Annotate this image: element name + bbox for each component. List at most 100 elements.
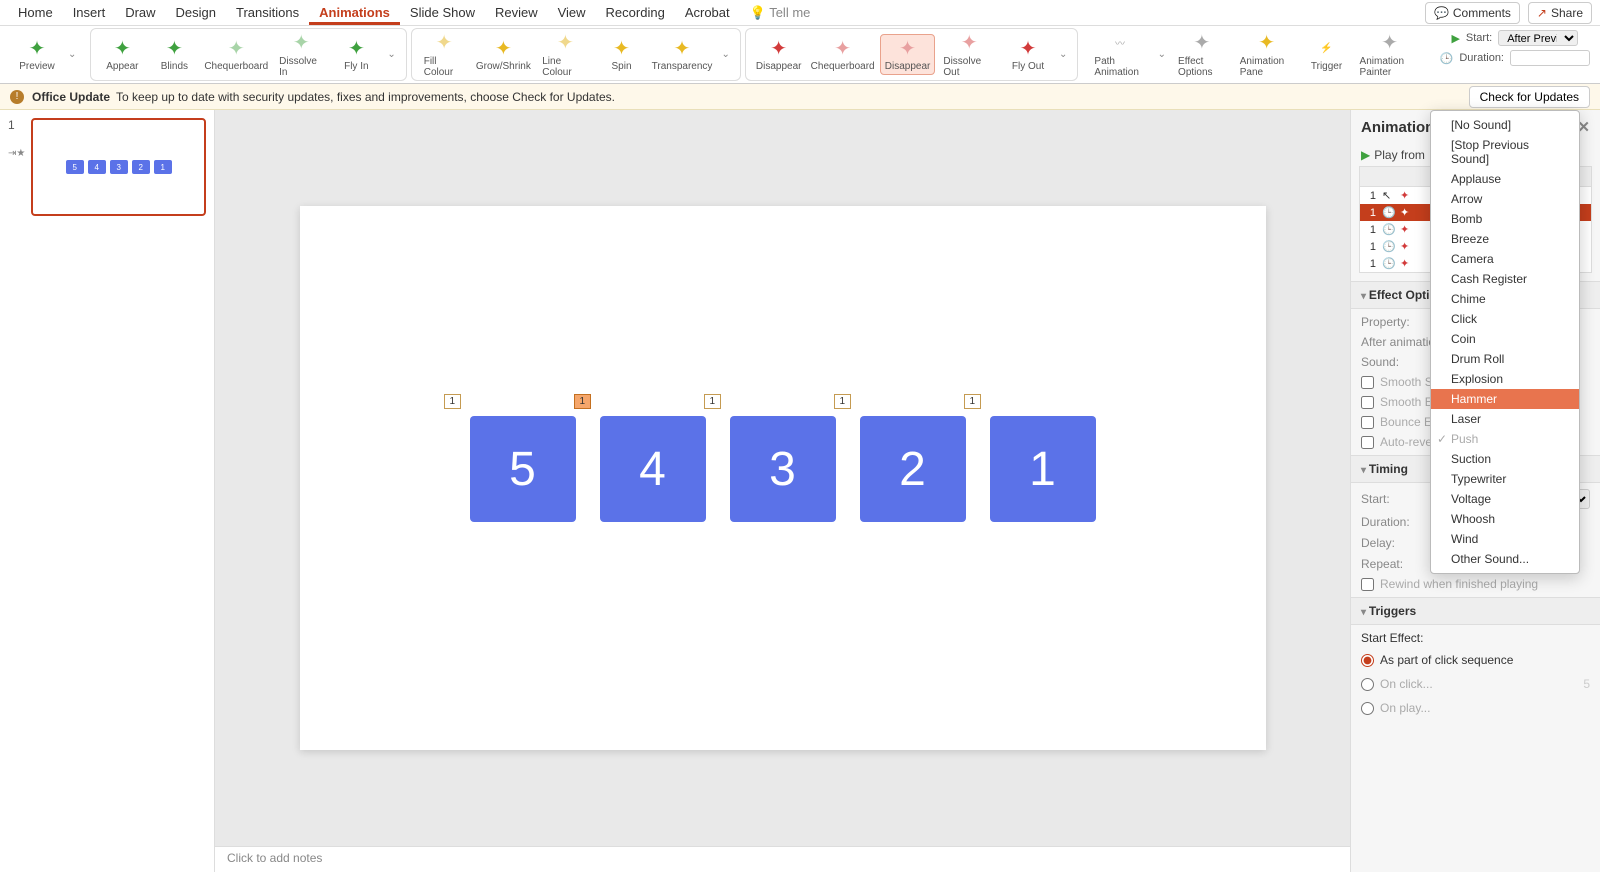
sound-menu-item[interactable]: Bomb — [1431, 209, 1579, 229]
smooth-start-check[interactable] — [1361, 376, 1374, 389]
anim-dissolve-in[interactable]: ✦Dissolve In — [273, 30, 329, 80]
slide[interactable]: 1514131211 — [300, 206, 1266, 750]
smooth-end-check[interactable] — [1361, 396, 1374, 409]
tab-animations[interactable]: Animations — [309, 1, 400, 25]
sound-menu-item[interactable]: Camera — [1431, 249, 1579, 269]
anim-dissolve-out[interactable]: ✦Dissolve Out — [937, 30, 1001, 80]
chevron-down-icon[interactable]: ⌄ — [1055, 49, 1071, 60]
anim-fill-colour[interactable]: ✦Fill Colour — [418, 30, 471, 80]
animation-painter-button[interactable]: ✦Animation Painter — [1354, 30, 1426, 80]
tab-recording[interactable]: Recording — [596, 1, 675, 24]
anim-chequerboard[interactable]: ✦Chequerboard — [201, 35, 271, 74]
sound-menu-item[interactable]: Typewriter — [1431, 469, 1579, 489]
sound-menu-item[interactable]: Breeze — [1431, 229, 1579, 249]
start-select[interactable]: After Previous — [1498, 30, 1578, 46]
sound-menu-item[interactable]: Whoosh — [1431, 509, 1579, 529]
anim-tag[interactable]: 1 — [834, 394, 852, 409]
sound-menu-item[interactable]: Explosion — [1431, 369, 1579, 389]
comments-button[interactable]: 💬Comments — [1425, 2, 1520, 24]
sound-menu-item[interactable]: Laser — [1431, 409, 1579, 429]
trigger-button[interactable]: ⚡Trigger — [1302, 35, 1352, 74]
tab-insert[interactable]: Insert — [63, 1, 116, 24]
tab-draw[interactable]: Draw — [115, 1, 165, 24]
sound-menu-item[interactable]: Wind — [1431, 529, 1579, 549]
sound-dropdown[interactable]: [No Sound][Stop Previous Sound]ApplauseA… — [1430, 110, 1580, 574]
sound-menu-item[interactable]: Cash Register — [1431, 269, 1579, 289]
slide-shape[interactable]: 4 — [600, 416, 706, 522]
anim-fly-out[interactable]: ✦Fly Out — [1003, 35, 1053, 74]
tab-slideshow[interactable]: Slide Show — [400, 1, 485, 24]
anim-grow-shrink[interactable]: ✦Grow/Shrink — [472, 35, 534, 74]
path-animation-button[interactable]: 〰Path Animation — [1088, 30, 1151, 80]
chevron-down-icon[interactable]: ⌄ — [1154, 49, 1170, 60]
warning-icon: ! — [10, 90, 24, 104]
thumbnail-panel: 1 ⇥★ 5 4 3 2 1 — [0, 110, 215, 872]
star-icon: ✦ — [111, 37, 133, 59]
tab-transitions[interactable]: Transitions — [226, 1, 309, 24]
sound-menu-item[interactable]: Chime — [1431, 289, 1579, 309]
sound-menu-item[interactable]: Hammer — [1431, 389, 1579, 409]
label: Fly Out — [1012, 61, 1044, 72]
trigger-onclick-radio[interactable] — [1361, 678, 1374, 691]
trigger-onplay-radio[interactable] — [1361, 702, 1374, 715]
slide-thumbnail[interactable]: 5 4 3 2 1 — [31, 118, 206, 216]
anim-tag[interactable]: 1 — [964, 394, 982, 409]
anim-disappear[interactable]: ✦Disappear — [880, 34, 936, 75]
anim-fly-in[interactable]: ✦Fly In — [331, 35, 381, 74]
share-button[interactable]: ↗Share — [1528, 2, 1592, 24]
anim-appear[interactable]: ✦Appear — [97, 35, 147, 74]
slide-shape[interactable]: 1 — [990, 416, 1096, 522]
anim-tag[interactable]: 1 — [574, 394, 592, 409]
sound-menu-item[interactable]: Other Sound... — [1431, 549, 1579, 569]
sound-menu-item[interactable]: [No Sound] — [1431, 115, 1579, 135]
anim-tag[interactable]: 1 — [444, 394, 462, 409]
anim-disappear-a[interactable]: ✦Disappear — [752, 35, 806, 74]
chevron-down-icon[interactable]: ⌄ — [383, 49, 399, 60]
anim-blinds[interactable]: ✦Blinds — [149, 35, 199, 74]
mini-shape: 4 — [88, 160, 106, 174]
anim-line-colour[interactable]: ✦Line Colour — [536, 30, 594, 80]
label: Fly In — [344, 61, 368, 72]
slide-shape[interactable]: 2 — [860, 416, 966, 522]
tab-review[interactable]: Review — [485, 1, 548, 24]
duration-input[interactable] — [1510, 50, 1590, 66]
effect-options-button[interactable]: ✦Effect Options — [1172, 30, 1232, 80]
tab-home[interactable]: Home — [8, 1, 63, 24]
check-updates-button[interactable]: Check for Updates — [1469, 86, 1590, 108]
update-notification: ! Office Update To keep up to date with … — [0, 84, 1600, 110]
trigger-sequence-radio[interactable] — [1361, 654, 1374, 667]
triggers-header[interactable]: Triggers — [1351, 597, 1600, 625]
sound-menu-item[interactable]: [Stop Previous Sound] — [1431, 135, 1579, 169]
ribbon-tabs: Home Insert Draw Design Transitions Anim… — [0, 0, 1600, 26]
tab-acrobat[interactable]: Acrobat — [675, 1, 740, 24]
sound-menu-item[interactable]: Click — [1431, 309, 1579, 329]
sound-menu-item[interactable]: Coin — [1431, 329, 1579, 349]
notes-field[interactable]: Click to add notes — [215, 846, 1350, 872]
anim-transparency[interactable]: ✦Transparency — [649, 35, 716, 74]
sound-menu-item[interactable]: Push — [1431, 429, 1579, 449]
anim-spin[interactable]: ✦Spin — [597, 35, 647, 74]
sound-menu-item[interactable]: Arrow — [1431, 189, 1579, 209]
mini-shape: 3 — [110, 160, 128, 174]
star-icon: ✦ — [1379, 32, 1401, 54]
preview-button[interactable]: ✦Preview — [12, 35, 62, 74]
sound-menu-item[interactable]: Drum Roll — [1431, 349, 1579, 369]
bounce-end-check[interactable] — [1361, 416, 1374, 429]
tab-design[interactable]: Design — [166, 1, 226, 24]
slide-shape[interactable]: 5 — [470, 416, 576, 522]
anim-chequerboard-exit[interactable]: ✦Chequerboard — [807, 35, 877, 74]
auto-reverse-check[interactable] — [1361, 436, 1374, 449]
mini-shape: 5 — [66, 160, 84, 174]
slide-shape[interactable]: 3 — [730, 416, 836, 522]
anim-tag[interactable]: 1 — [704, 394, 722, 409]
chevron-down-icon[interactable]: ⌄ — [64, 49, 80, 60]
tab-view[interactable]: View — [548, 1, 596, 24]
chevron-down-icon[interactable]: ⌄ — [718, 49, 734, 60]
rewind-check[interactable] — [1361, 578, 1374, 591]
sound-menu-item[interactable]: Voltage — [1431, 489, 1579, 509]
sound-menu-item[interactable]: Suction — [1431, 449, 1579, 469]
tell-me[interactable]: 💡 Tell me — [740, 1, 821, 25]
sound-menu-item[interactable]: Applause — [1431, 169, 1579, 189]
animation-pane-button[interactable]: ✦Animation Pane — [1234, 30, 1300, 80]
advanced-group: 〰Path Animation ⌄ ✦Effect Options ✦Anima… — [1082, 28, 1431, 81]
